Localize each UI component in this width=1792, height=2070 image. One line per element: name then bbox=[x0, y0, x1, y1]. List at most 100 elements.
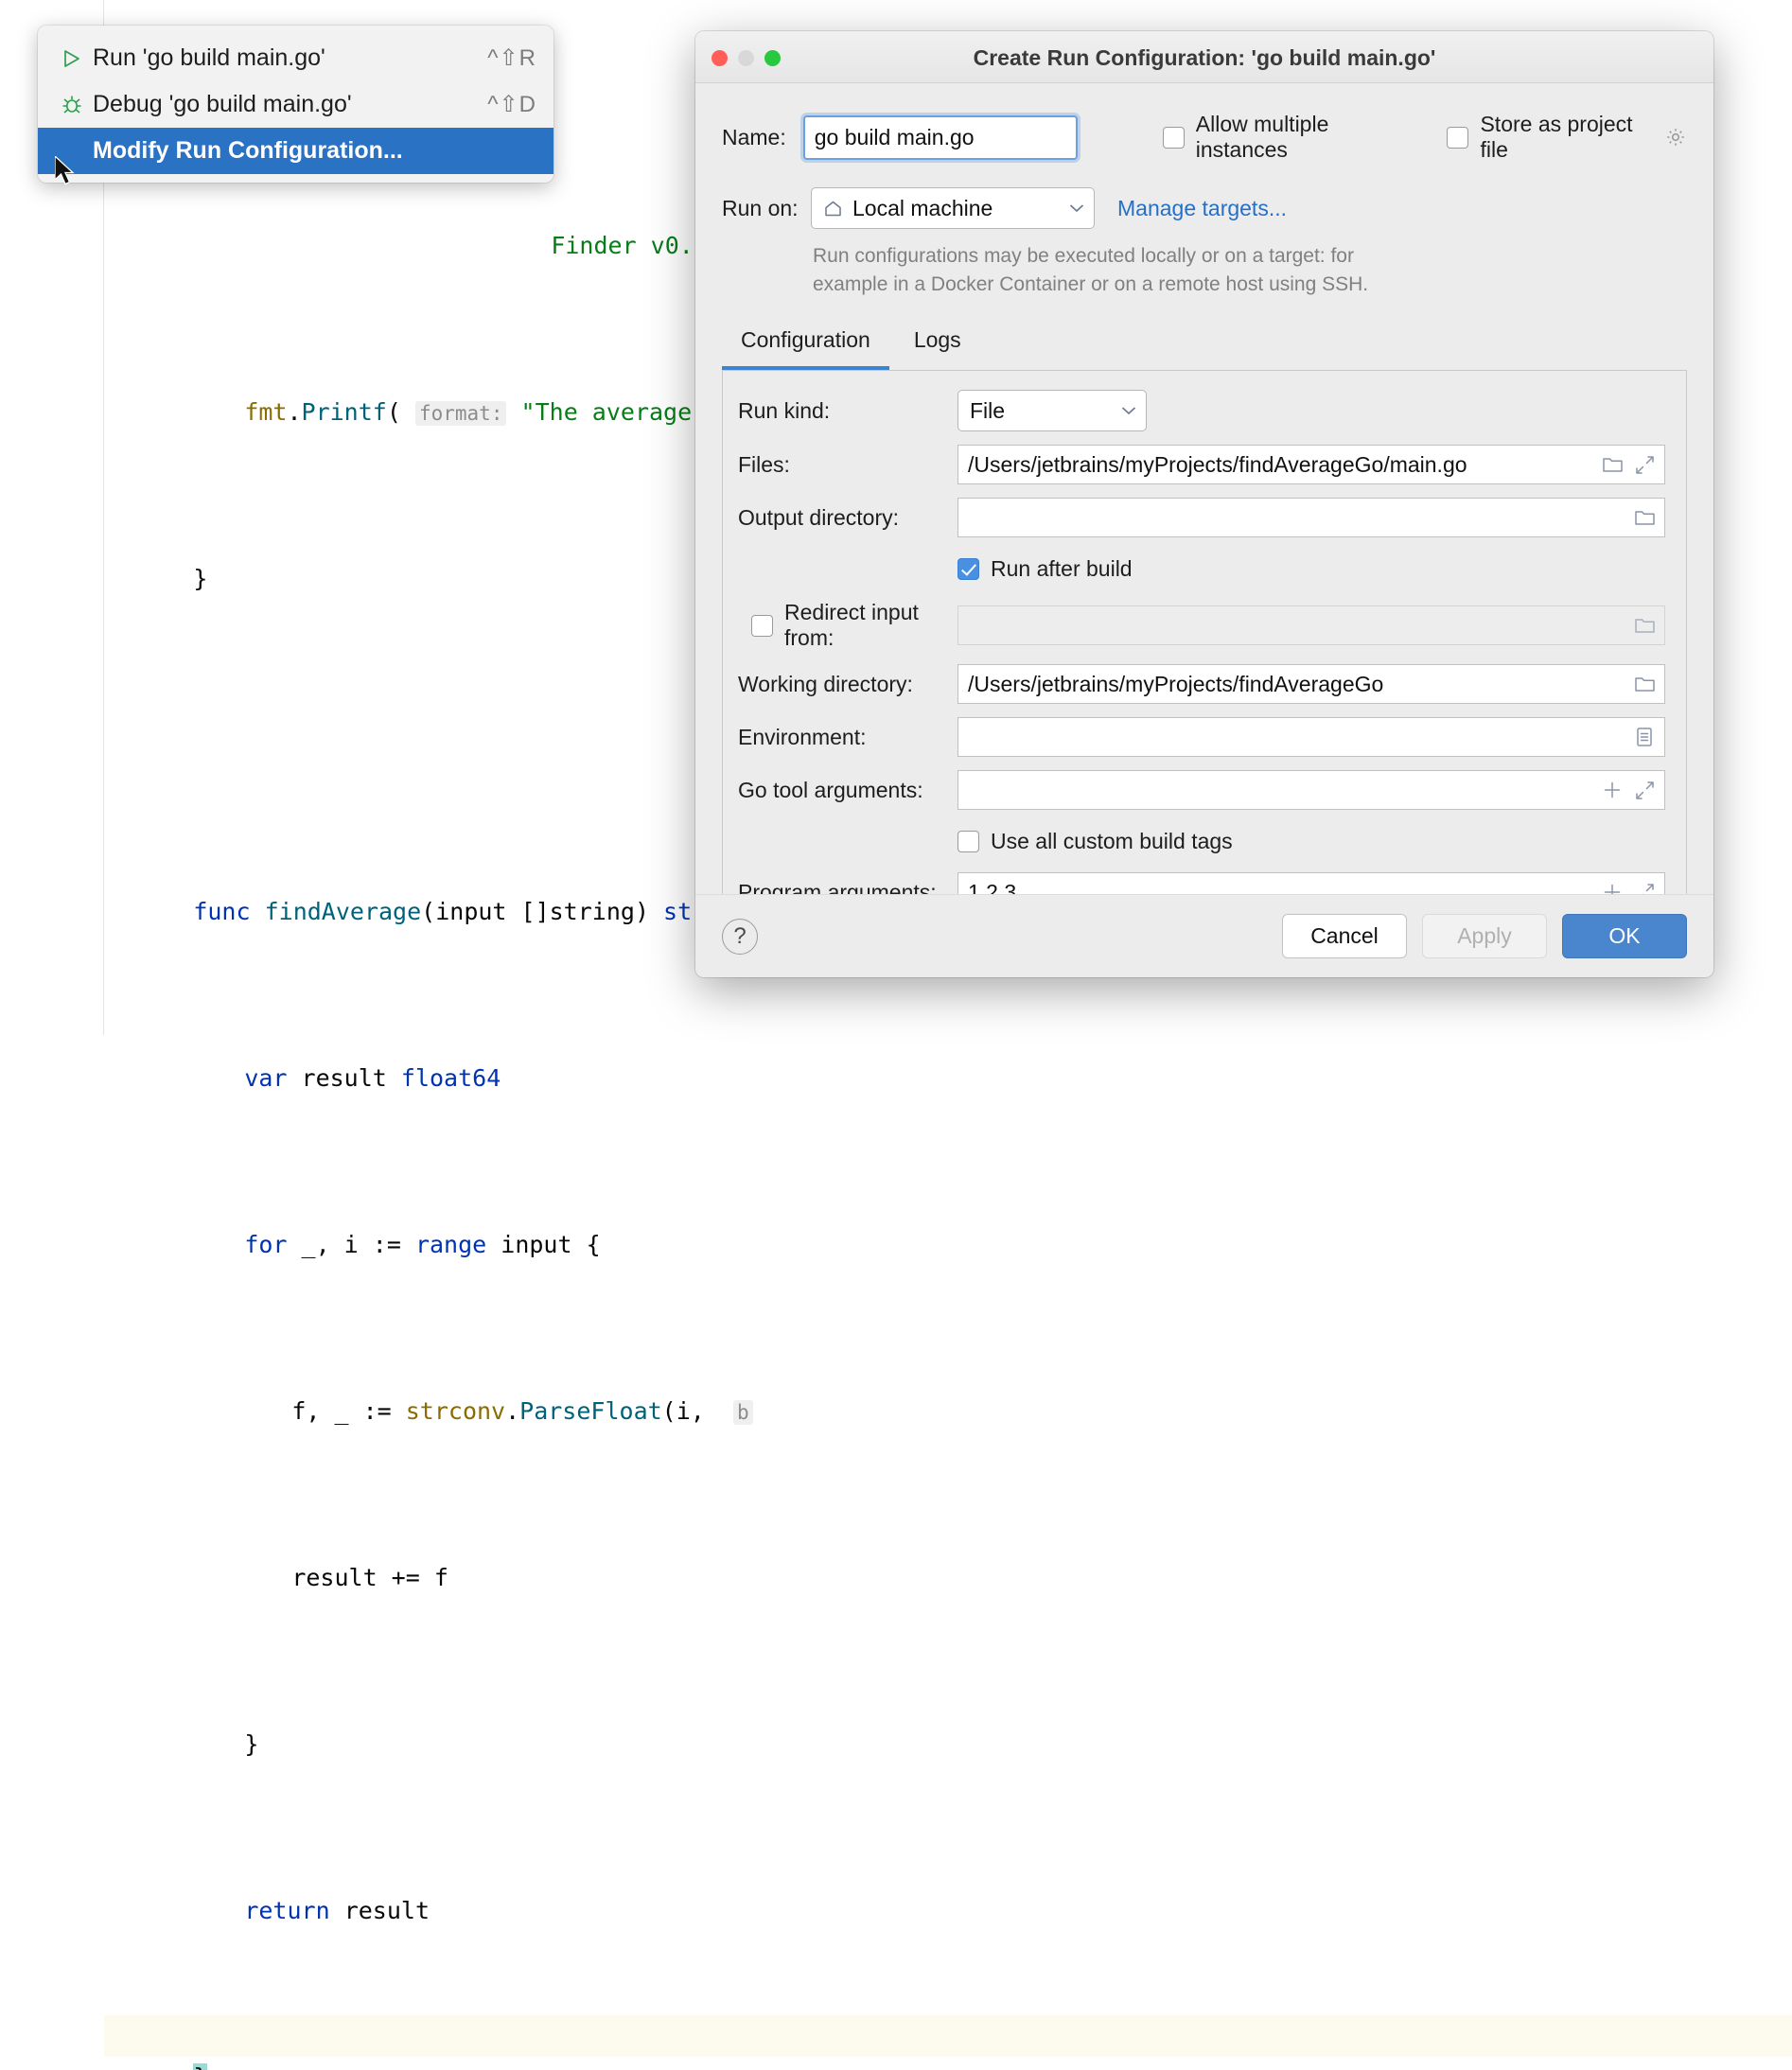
dialog-button-bar: ? Cancel Apply OK bbox=[695, 894, 1713, 977]
cancel-button[interactable]: Cancel bbox=[1282, 914, 1407, 958]
folder-icon[interactable] bbox=[1628, 675, 1660, 693]
code-token-result-add: result += f bbox=[291, 1564, 448, 1591]
home-icon bbox=[823, 199, 843, 219]
menu-item-run-label: Run 'go build main.go' bbox=[93, 44, 487, 72]
folder-icon[interactable] bbox=[1596, 456, 1628, 474]
field-row-files: Files: /Users/jetbrains/myProjects/findA… bbox=[738, 445, 1665, 484]
field-row-output-directory: Output directory: bbox=[738, 498, 1665, 537]
code-token-brace-selected: } bbox=[193, 2063, 207, 2070]
code-token-dot: . bbox=[287, 398, 301, 426]
code-line: result += f bbox=[104, 1516, 1792, 1557]
run-kind-value: File bbox=[970, 398, 1005, 424]
allow-multiple-instances-checkbox[interactable]: Allow multiple instances bbox=[1163, 112, 1404, 163]
folder-icon[interactable] bbox=[1628, 509, 1660, 527]
go-tool-arguments-label: Go tool arguments: bbox=[738, 778, 957, 803]
code-token-parsefloat: ParseFloat bbox=[519, 1397, 662, 1425]
menu-item-debug-label: Debug 'go build main.go' bbox=[93, 91, 487, 118]
menu-item-debug-shortcut: ^⇧D bbox=[487, 91, 536, 118]
dialog-body: Name: Allow multiple instances Store as … bbox=[695, 83, 1713, 977]
run-on-description: Run configurations may be executed local… bbox=[813, 242, 1418, 299]
code-token-range: range bbox=[415, 1231, 486, 1258]
menu-item-run[interactable]: Run 'go build main.go' ^⇧R bbox=[38, 35, 553, 81]
chevron-down-icon bbox=[1108, 406, 1136, 415]
expand-icon[interactable] bbox=[1628, 781, 1660, 800]
run-on-select[interactable]: Local machine bbox=[811, 187, 1095, 229]
run-after-build-row: Run after build bbox=[738, 551, 1665, 587]
folder-icon[interactable] bbox=[1628, 617, 1660, 635]
code-token-for-vars: _, i := bbox=[302, 1231, 415, 1258]
plus-icon[interactable] bbox=[1596, 780, 1628, 800]
code-token-func: func bbox=[193, 898, 250, 925]
menu-item-debug[interactable]: Debug 'go build main.go' ^⇧D bbox=[38, 81, 553, 128]
debug-icon bbox=[61, 93, 93, 117]
help-button[interactable]: ? bbox=[722, 919, 758, 955]
use-all-custom-build-tags-row: Use all custom build tags bbox=[738, 823, 1665, 859]
name-row: Name: Allow multiple instances Store as … bbox=[722, 112, 1687, 163]
dialog-titlebar[interactable]: Create Run Configuration: 'go build main… bbox=[695, 31, 1713, 83]
dialog-action-buttons: Cancel Apply OK bbox=[1282, 914, 1687, 958]
code-token-printf: Printf bbox=[302, 398, 387, 426]
code-token-parse-args: (i, bbox=[662, 1397, 719, 1425]
code-token-finder: Finder v0.1 bbox=[551, 232, 708, 259]
code-line-highlighted: } bbox=[104, 2015, 1792, 2057]
dialog-title: Create Run Configuration: 'go build main… bbox=[695, 45, 1713, 71]
use-all-custom-build-tags-label: Use all custom build tags bbox=[991, 829, 1233, 854]
run-kind-select[interactable]: File bbox=[957, 390, 1147, 431]
code-token-float64: float64 bbox=[401, 1064, 501, 1092]
code-token-input: input { bbox=[486, 1231, 600, 1258]
run-after-build-checkbox[interactable]: Run after build bbox=[957, 556, 1133, 582]
files-input[interactable]: /Users/jetbrains/myProjects/findAverageG… bbox=[957, 445, 1665, 484]
menu-item-run-shortcut: ^⇧R bbox=[487, 44, 536, 72]
code-token-result: result bbox=[302, 1064, 387, 1092]
run-on-row: Run on: Local machine Manage targets... bbox=[722, 187, 1687, 229]
code-token-fmt: fmt bbox=[244, 398, 287, 426]
go-tool-arguments-input[interactable] bbox=[957, 770, 1665, 810]
name-input[interactable] bbox=[803, 115, 1078, 160]
redirect-input-field[interactable] bbox=[957, 605, 1665, 645]
menu-item-modify-label: Modify Run Configuration... bbox=[93, 137, 536, 165]
output-directory-input[interactable] bbox=[957, 498, 1665, 537]
ok-button[interactable]: OK bbox=[1562, 914, 1687, 958]
code-line: return result bbox=[104, 1849, 1792, 1890]
run-after-build-label: Run after build bbox=[991, 556, 1133, 582]
run-on-value: Local machine bbox=[852, 196, 993, 221]
menu-item-modify-run-configuration[interactable]: Modify Run Configuration... bbox=[38, 128, 553, 174]
code-token-parse-lhs: f, _ := bbox=[291, 1397, 405, 1425]
code-token-var: var bbox=[244, 1064, 287, 1092]
list-icon[interactable] bbox=[1628, 727, 1660, 747]
files-label: Files: bbox=[738, 452, 957, 478]
run-icon bbox=[61, 46, 93, 71]
gear-icon[interactable] bbox=[1664, 126, 1687, 149]
environment-input[interactable] bbox=[957, 717, 1665, 757]
code-token-return: return bbox=[244, 1897, 329, 1924]
run-after-build-box[interactable] bbox=[957, 558, 979, 580]
expand-icon[interactable] bbox=[1628, 455, 1660, 475]
run-on-label: Run on: bbox=[722, 196, 811, 221]
code-token-brace2: } bbox=[244, 1730, 258, 1758]
manage-targets-link[interactable]: Manage targets... bbox=[1117, 196, 1287, 221]
use-all-custom-build-tags-box[interactable] bbox=[957, 831, 979, 852]
parameter-hint-b: b bbox=[733, 1400, 753, 1425]
configuration-panel: Run kind: File Files: /Users/jetbrains/m… bbox=[722, 370, 1687, 938]
code-token-dot2: . bbox=[505, 1397, 519, 1425]
store-as-project-file-box[interactable] bbox=[1447, 127, 1468, 149]
code-token-findaverage: findAverage bbox=[265, 898, 422, 925]
field-row-go-tool-arguments: Go tool arguments: bbox=[738, 770, 1665, 810]
tab-logs[interactable]: Logs bbox=[895, 324, 980, 370]
redirect-input-checkbox[interactable]: Redirect input from: bbox=[738, 600, 957, 651]
run-context-menu[interactable]: Run 'go build main.go' ^⇧R Debug 'go bui… bbox=[38, 26, 553, 183]
allow-multiple-instances-box[interactable] bbox=[1163, 127, 1185, 149]
store-as-project-file-checkbox[interactable]: Store as project file bbox=[1447, 112, 1687, 163]
field-row-redirect-input: Redirect input from: bbox=[738, 600, 1665, 651]
create-run-configuration-dialog[interactable]: Create Run Configuration: 'go build main… bbox=[695, 31, 1713, 977]
working-directory-input[interactable]: /Users/jetbrains/myProjects/findAverageG… bbox=[957, 664, 1665, 704]
field-row-working-directory: Working directory: /Users/jetbrains/myPr… bbox=[738, 664, 1665, 704]
tab-configuration[interactable]: Configuration bbox=[722, 324, 889, 370]
code-token-brace: } bbox=[193, 565, 207, 592]
redirect-input-box[interactable] bbox=[751, 615, 773, 637]
dialog-tabs[interactable]: Configuration Logs bbox=[722, 324, 1687, 370]
apply-button: Apply bbox=[1422, 914, 1547, 958]
use-all-custom-build-tags-checkbox[interactable]: Use all custom build tags bbox=[957, 829, 1233, 854]
parameter-hint-format: format: bbox=[415, 401, 507, 426]
code-line: f, _ := strconv.ParseFloat(i, b bbox=[104, 1349, 1792, 1391]
